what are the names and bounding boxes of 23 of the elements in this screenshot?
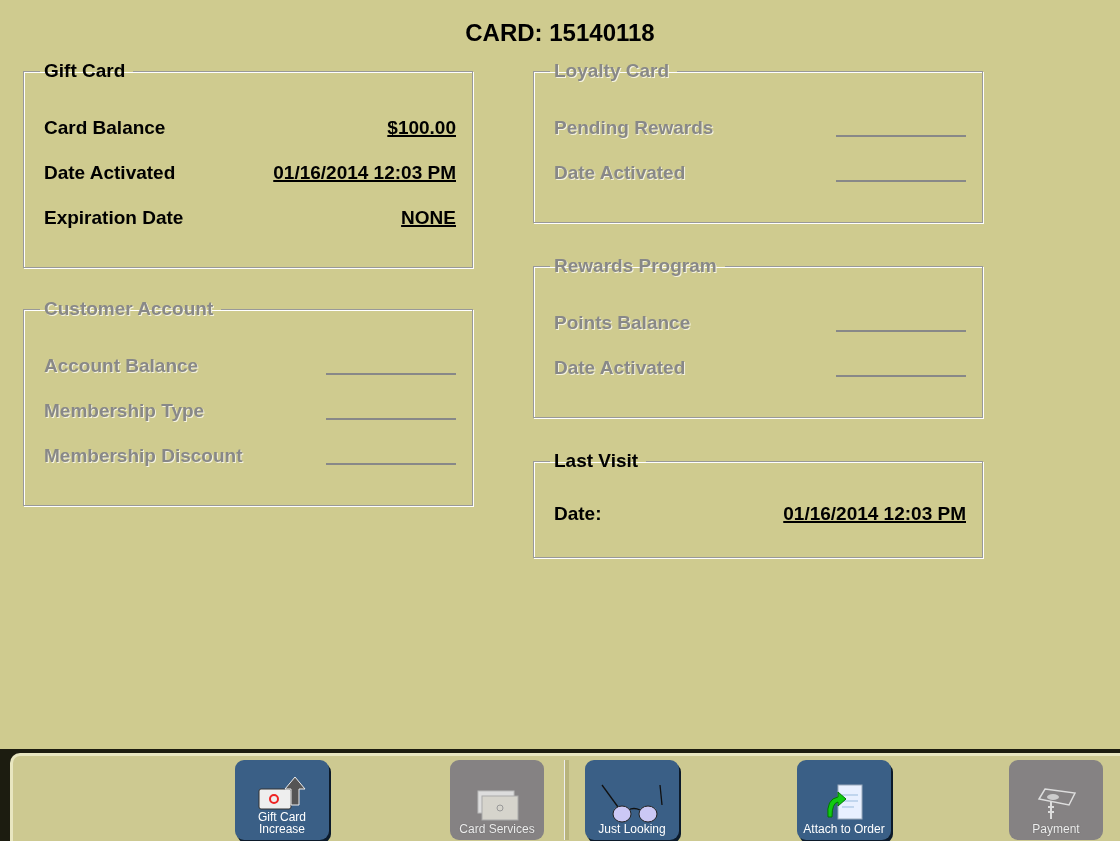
toolbar-button[interactable]: Gift Card Increase — [235, 759, 329, 840]
field-value: NONE — [401, 207, 456, 230]
field-label: Pending Rewards — [554, 117, 714, 140]
group-title: Last Visit — [553, 450, 640, 472]
field-label: Date: — [554, 503, 602, 526]
field-label: Date Activated — [554, 357, 686, 380]
glasses-icon — [600, 782, 664, 823]
group-title: Gift Card — [43, 60, 127, 82]
field-value: 01/16/2014 12:03 PM — [783, 503, 966, 526]
field-label: Card Balance — [44, 117, 166, 140]
field-label: Account Balance — [44, 355, 199, 378]
field-label: Membership Type — [44, 400, 205, 423]
card-title: CARD: 15140118 — [464, 18, 656, 48]
card-arrow-icon — [257, 774, 307, 811]
field-label: Points Balance — [554, 312, 691, 335]
field-label: Date Activated — [44, 162, 176, 185]
field-label: Expiration Date — [44, 207, 184, 230]
toolbar-button[interactable]: Just Looking — [585, 759, 679, 840]
toolbar-button[interactable]: Attach to Order — [797, 759, 891, 840]
field-label: Membership Discount — [44, 445, 243, 468]
field-value: $100.00 — [387, 117, 456, 140]
field-label: Date Activated — [554, 162, 686, 185]
field-value: 01/16/2014 12:03 PM — [273, 162, 456, 185]
